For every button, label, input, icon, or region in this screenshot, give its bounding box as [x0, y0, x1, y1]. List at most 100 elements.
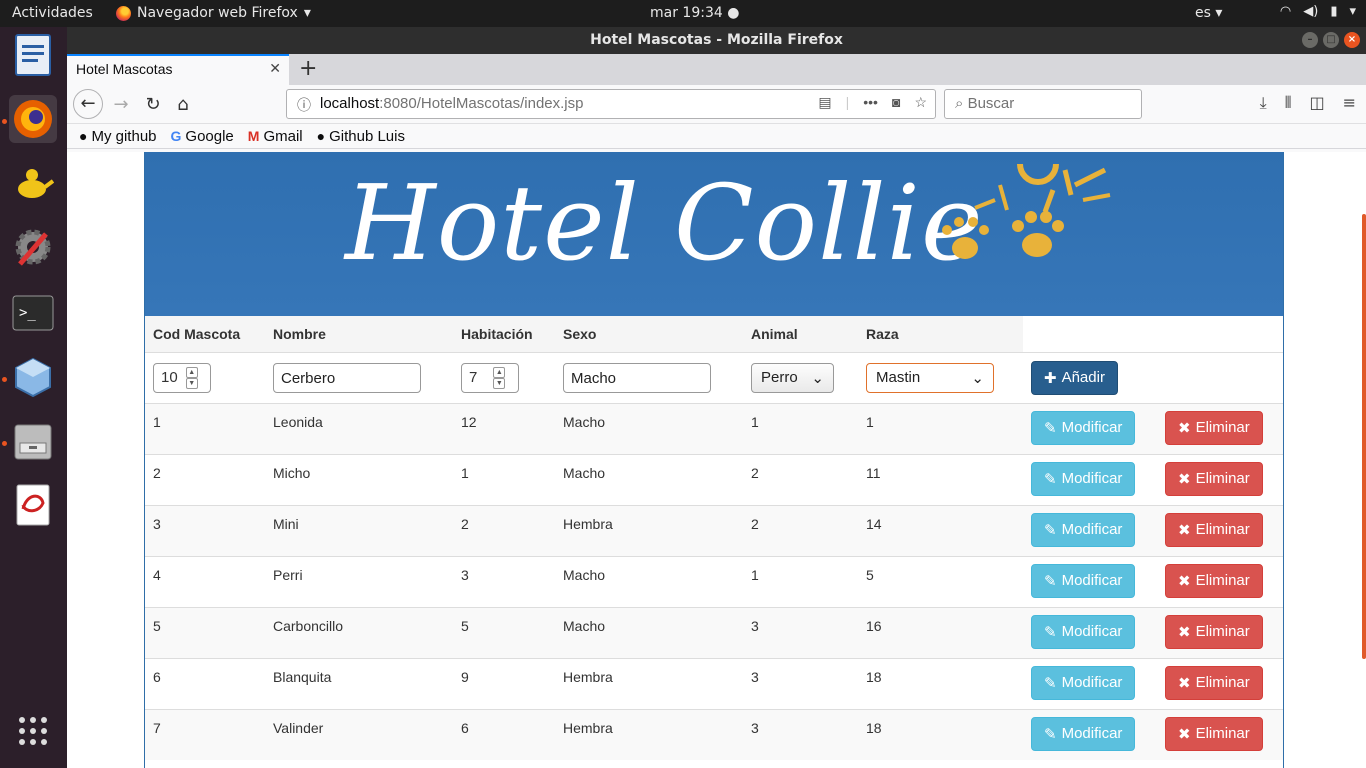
animal-selected: Perro	[761, 369, 798, 386]
dock-virtualbox[interactable]	[9, 353, 57, 401]
pets-table: Cod Mascota Nombre Habitación Sexo Anima…	[145, 316, 1283, 760]
delete-button[interactable]: ✖ Eliminar	[1165, 614, 1263, 649]
cell-sexo: Macho	[555, 402, 743, 454]
url-text: localhost:8080/HotelMascotas/index.jsp	[320, 95, 583, 112]
delete-button[interactable]: ✖ Eliminar	[1165, 512, 1263, 547]
spinner[interactable]: ▲ ▼	[493, 366, 506, 389]
library-icon[interactable]: ⫴	[1285, 93, 1292, 113]
delete-label: Eliminar	[1195, 521, 1250, 538]
dock-files[interactable]	[9, 417, 57, 465]
new-tab-button[interactable]: +	[299, 56, 317, 81]
animal-select[interactable]: Perro ⌄	[751, 362, 834, 393]
cell-raza: 1	[858, 402, 1023, 454]
modify-button[interactable]: ✎ Modificar	[1031, 614, 1136, 649]
pencil-icon: ✎	[1044, 572, 1057, 590]
cell-nombre: Mini	[265, 504, 453, 556]
column-header: Animal	[743, 316, 858, 353]
spinner[interactable]: ▲ ▼	[185, 366, 198, 389]
modify-button[interactable]: ✎ Modificar	[1031, 563, 1136, 598]
dock-firefox[interactable]	[9, 95, 57, 143]
url-bar[interactable]: ⓘ localhost:8080/HotelMascotas/index.jsp…	[286, 89, 936, 119]
add-pet-button[interactable]: ✚ Añadir	[1031, 360, 1118, 395]
site-info-icon[interactable]: ⓘ	[297, 95, 311, 115]
bookmark-label: Github Luis	[329, 127, 405, 145]
dock: >_	[0, 27, 67, 768]
modify-button[interactable]: ✎ Modificar	[1031, 461, 1136, 496]
spin-up-icon[interactable]: ▲	[493, 366, 506, 378]
modify-label: Modificar	[1061, 470, 1123, 487]
dock-genie[interactable]	[9, 159, 57, 207]
cell-nombre: Blanquita	[265, 657, 453, 709]
dock-writer[interactable]	[9, 31, 57, 79]
clock[interactable]: mar 19:34 ●	[650, 5, 739, 21]
bookmark-gmail[interactable]: M Gmail	[248, 126, 303, 146]
github-icon: ●	[316, 128, 326, 144]
modify-button[interactable]: ✎ Modificar	[1031, 716, 1136, 751]
cell-delete: ✖ Eliminar	[1157, 555, 1283, 607]
bookmark-google[interactable]: G Google	[171, 126, 234, 146]
nombre-input[interactable]: Cerbero	[273, 362, 421, 393]
menu-hamburger-icon[interactable]: ≡	[1343, 93, 1356, 113]
chevron-down-icon: ⌄	[971, 369, 984, 387]
delete-button[interactable]: ✖ Eliminar	[1165, 563, 1263, 598]
delete-button[interactable]: ✖ Eliminar	[1165, 716, 1263, 751]
page-scrollbar[interactable]	[1362, 214, 1366, 659]
table-row: 3 Mini 2 Hembra 2 14 ✎ Modificar ✖ Eliminar	[145, 504, 1283, 556]
dock-settings[interactable]	[9, 223, 57, 271]
cell-cod: 2	[145, 453, 265, 505]
habitacion-stepper[interactable]: 7 ▲ ▼	[461, 362, 519, 393]
cell-raza: 5	[858, 555, 1023, 607]
search-icon: ⌕	[955, 95, 964, 112]
spin-down-icon[interactable]: ▼	[493, 377, 506, 389]
url-host: localhost	[320, 95, 380, 112]
tab-hotel-mascotas[interactable]: Hotel Mascotas ✕	[67, 54, 289, 85]
language-indicator[interactable]: es ▾	[1195, 5, 1222, 21]
downloads-icon[interactable]: ⤓	[1260, 93, 1267, 113]
search-input[interactable]: ⌕ Buscar	[944, 89, 1142, 119]
cell-animal: 3	[743, 606, 858, 658]
delete-label: Eliminar	[1195, 470, 1250, 487]
cod-mascota-stepper[interactable]: 10 ▲ ▼	[153, 362, 211, 393]
reload-button[interactable]: ↻	[139, 91, 167, 119]
bookmark-github-luis[interactable]: ● Github Luis	[317, 126, 405, 146]
pocket-icon[interactable]: ◙	[892, 94, 900, 111]
close-window-button[interactable]: ×	[1344, 32, 1360, 48]
delete-button[interactable]: ✖ Eliminar	[1165, 461, 1263, 496]
page-actions-icon[interactable]: •••	[863, 94, 878, 111]
app-menu[interactable]: Navegador web Firefox ▾	[116, 5, 311, 21]
system-tray[interactable]: ◠ ◀) ▮ ▾	[1280, 4, 1356, 19]
x-icon: ✖	[1178, 725, 1191, 743]
table-row: 5 Carboncillo 5 Macho 3 16 ✎ Modificar ✖ Eliminar	[145, 606, 1283, 658]
bookmark-star-icon[interactable]: ☆	[914, 94, 927, 111]
raza-select[interactable]: Mastin ⌄	[866, 362, 994, 393]
delete-button[interactable]: ✖ Eliminar	[1165, 410, 1263, 445]
activities-button[interactable]: Actividades	[12, 5, 93, 21]
sidebar-icon[interactable]: ◫	[1309, 93, 1324, 113]
gmail-icon: M	[247, 128, 260, 144]
bookmark-my-github[interactable]: ● My github	[79, 126, 157, 146]
home-button[interactable]: ⌂	[169, 91, 197, 119]
forward-button[interactable]: →	[107, 91, 135, 119]
modify-button[interactable]: ✎ Modificar	[1031, 512, 1136, 547]
spin-up-icon[interactable]: ▲	[185, 366, 198, 378]
spin-down-icon[interactable]: ▼	[185, 377, 198, 389]
table-row: 6 Blanquita 9 Hembra 3 18 ✎ Modificar ✖ Eliminar	[145, 657, 1283, 709]
minimize-button[interactable]: –	[1302, 32, 1318, 48]
dock-terminal[interactable]: >_	[9, 289, 57, 337]
raza-selected: Mastin	[876, 369, 921, 386]
dock-document-viewer[interactable]	[9, 481, 57, 529]
modify-button[interactable]: ✎ Modificar	[1031, 410, 1136, 445]
reader-view-icon[interactable]: ▤	[818, 94, 831, 111]
column-header: Sexo	[555, 316, 743, 353]
cell-raza: 14	[858, 504, 1023, 556]
modify-button[interactable]: ✎ Modificar	[1031, 665, 1136, 700]
sexo-input[interactable]: Macho	[563, 362, 711, 393]
close-tab-icon[interactable]: ✕	[269, 60, 281, 77]
cell-raza: 18	[858, 708, 1023, 760]
delete-label: Eliminar	[1195, 725, 1250, 742]
maximize-button[interactable]: □	[1323, 32, 1339, 48]
delete-button[interactable]: ✖ Eliminar	[1165, 665, 1263, 700]
divider: |	[845, 94, 850, 110]
show-applications-button[interactable]	[9, 707, 57, 755]
back-button[interactable]: ←	[73, 89, 103, 119]
